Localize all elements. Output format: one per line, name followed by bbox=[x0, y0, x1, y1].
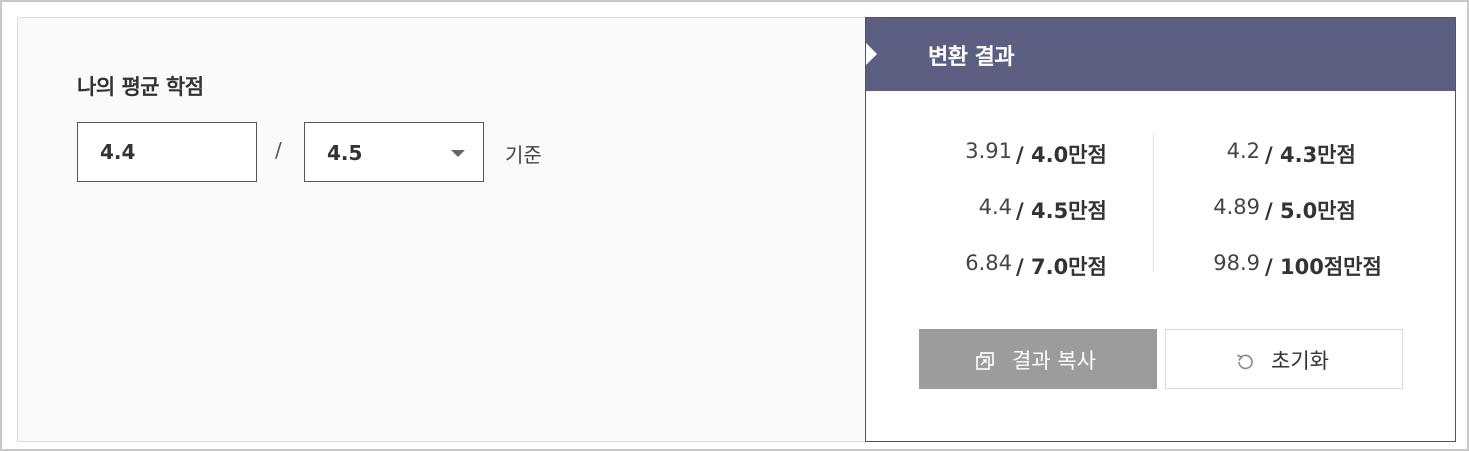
result-panel: 변환 결과 3.91 / 4.0만점 4.4 / 4.5만점 6.84 / 7.… bbox=[865, 17, 1456, 442]
result-value: 98.9 bbox=[1213, 251, 1260, 275]
result-value: 6.84 bbox=[965, 251, 1012, 275]
grade-input[interactable] bbox=[77, 122, 257, 182]
scale-select[interactable]: 4.5 bbox=[304, 122, 484, 182]
reset-button-label: 초기화 bbox=[1271, 349, 1329, 373]
result-scale: / 4.3만점 bbox=[1265, 143, 1356, 167]
result-row: 4.89 / 5.0만점 bbox=[1148, 195, 1408, 225]
result-scale: / 4.5만점 bbox=[1016, 199, 1107, 223]
result-row: 98.9 / 100점만점 bbox=[1148, 251, 1408, 281]
basis-label: 기준 bbox=[505, 143, 542, 167]
calculator-panel: 나의 평균 학점 / 4.5 기준 bbox=[17, 17, 866, 442]
result-scale: / 100점만점 bbox=[1265, 255, 1382, 279]
result-value: 4.89 bbox=[1213, 195, 1260, 219]
result-row: 4.2 / 4.3만점 bbox=[1148, 139, 1408, 169]
result-scale: / 5.0만점 bbox=[1265, 199, 1356, 223]
copy-icon bbox=[976, 352, 994, 370]
result-scale: / 7.0만점 bbox=[1016, 255, 1107, 279]
result-title: 변환 결과 bbox=[928, 45, 1015, 70]
copy-button-label: 결과 복사 bbox=[1012, 349, 1096, 373]
reset-button[interactable]: 초기화 bbox=[1165, 329, 1403, 389]
result-scale: / 4.0만점 bbox=[1016, 143, 1107, 167]
copy-result-button[interactable]: 결과 복사 bbox=[919, 329, 1157, 389]
result-row: 4.4 / 4.5만점 bbox=[884, 195, 1134, 225]
result-row: 3.91 / 4.0만점 bbox=[884, 139, 1134, 169]
result-value: 4.4 bbox=[978, 195, 1012, 219]
separator: / bbox=[275, 138, 282, 162]
result-value: 3.91 bbox=[965, 139, 1012, 163]
result-row: 6.84 / 7.0만점 bbox=[884, 251, 1134, 281]
header-notch bbox=[866, 43, 877, 65]
result-value: 4.2 bbox=[1226, 139, 1260, 163]
scale-select-value: 4.5 bbox=[327, 141, 363, 165]
average-grade-label: 나의 평균 학점 bbox=[77, 75, 204, 99]
chevron-down-icon bbox=[451, 150, 465, 157]
result-header: 변환 결과 bbox=[866, 18, 1455, 91]
reset-icon bbox=[1237, 354, 1253, 370]
